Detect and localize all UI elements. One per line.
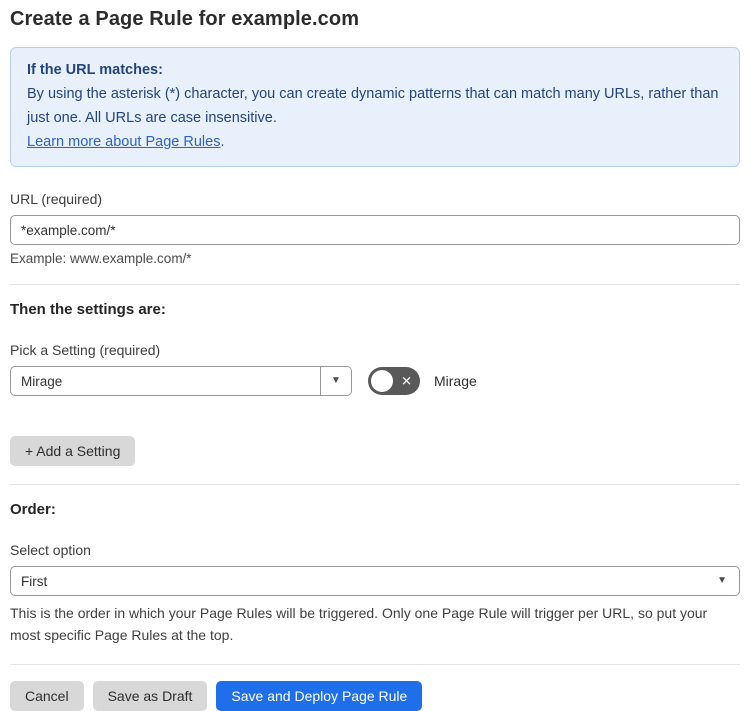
url-field-label: URL (required) bbox=[10, 191, 103, 207]
info-box-heading: If the URL matches: bbox=[27, 62, 163, 78]
setting-select[interactable]: Mirage ▼ bbox=[10, 366, 352, 396]
mirage-toggle[interactable]: ✕ bbox=[368, 367, 420, 395]
order-helper-text: This is the order in which your Page Rul… bbox=[10, 605, 708, 643]
url-match-info-box: If the URL matches: By using the asteris… bbox=[10, 47, 740, 167]
toggle-knob bbox=[371, 370, 393, 392]
add-setting-button[interactable]: + Add a Setting bbox=[10, 436, 136, 466]
chevron-down-icon: ▼ bbox=[331, 375, 341, 386]
info-box-body: By using the asterisk (*) character, you… bbox=[27, 86, 719, 126]
url-example-helper: Example: www.example.com/* bbox=[10, 251, 192, 266]
pick-setting-label: Pick a Setting (required) bbox=[10, 342, 161, 358]
order-select-label: Select option bbox=[10, 542, 91, 558]
toggle-off-x-icon: ✕ bbox=[401, 373, 412, 389]
setting-row: Mirage ▼ ✕ Mirage bbox=[10, 366, 740, 396]
learn-more-link[interactable]: Learn more about Page Rules bbox=[27, 134, 220, 150]
create-page-rule-form: Create a Page Rule for example.com If th… bbox=[0, 0, 750, 711]
chevron-down-icon: ▼ bbox=[717, 575, 727, 586]
footer-actions: Cancel Save as Draft Save and Deploy Pag… bbox=[10, 681, 740, 711]
cancel-button[interactable]: Cancel bbox=[10, 681, 84, 711]
save-and-deploy-button[interactable]: Save and Deploy Page Rule bbox=[216, 681, 423, 711]
link-suffix: . bbox=[220, 134, 225, 150]
url-input[interactable] bbox=[10, 215, 740, 245]
divider bbox=[10, 284, 740, 285]
order-section-heading: Order: bbox=[10, 501, 56, 518]
divider bbox=[10, 484, 740, 485]
toggle-label: Mirage bbox=[434, 373, 477, 389]
order-select[interactable]: First ▼ bbox=[10, 566, 740, 596]
save-as-draft-button[interactable]: Save as Draft bbox=[92, 681, 208, 711]
info-box-link-line: Learn more about Page Rules. bbox=[27, 130, 723, 154]
divider bbox=[10, 664, 740, 665]
setting-select-arrow-button[interactable]: ▼ bbox=[320, 367, 351, 395]
order-select-value: First bbox=[21, 573, 48, 589]
settings-section-heading: Then the settings are: bbox=[10, 301, 166, 318]
page-title: Create a Page Rule for example.com bbox=[10, 8, 360, 30]
setting-select-value: Mirage bbox=[21, 373, 63, 389]
